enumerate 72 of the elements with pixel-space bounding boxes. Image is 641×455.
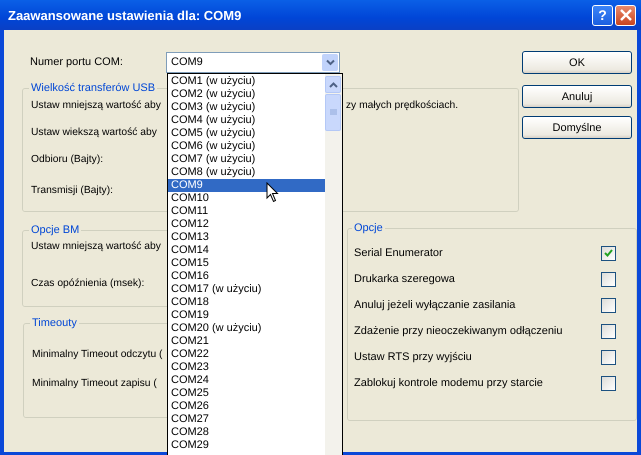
checkbox[interactable] <box>601 272 616 286</box>
close-icon <box>620 9 632 21</box>
dropdown-item[interactable]: COM11 <box>168 205 325 218</box>
usb-hint-text: zy małych prędkościach. <box>346 100 458 111</box>
bm-hint-text: Ustaw mniejszą wartość aby <box>31 241 161 252</box>
dropdown-item[interactable]: COM28 <box>168 426 325 439</box>
option-label: Serial Enumerator <box>354 247 443 259</box>
dropdown-item[interactable]: COM16 <box>168 270 325 283</box>
dropdown-item[interactable]: COM4 (w użyciu) <box>168 114 325 127</box>
write-timeout-label: Minimalny Timeout zapisu ( <box>32 378 157 389</box>
com-port-dropdown[interactable]: COM9 <box>166 52 340 72</box>
dropdown-item[interactable]: COM18 <box>168 296 325 309</box>
option-label: Drukarka szeregowa <box>354 273 455 285</box>
grip-icon <box>330 109 336 116</box>
group-title: Wielkość transferów USB <box>30 82 156 94</box>
scroll-up-button[interactable] <box>325 76 341 93</box>
dropdown-item[interactable]: COM26 <box>168 400 325 413</box>
dropdown-item[interactable]: COM24 <box>168 374 325 387</box>
checkbox[interactable] <box>601 376 616 390</box>
dropdown-item[interactable]: COM7 (w użyciu) <box>168 153 325 166</box>
dropdown-item[interactable]: COM2 (w użyciu) <box>168 88 325 101</box>
dropdown-item[interactable]: COM15 <box>168 257 325 270</box>
pointer-icon <box>266 182 279 203</box>
dropdown-item[interactable]: COM1 (w użyciu) <box>168 75 325 88</box>
dropdown-item[interactable]: COM13 <box>168 231 325 244</box>
latency-label: Czas opóźnienia (msek): <box>31 278 144 289</box>
scrollbar[interactable] <box>325 74 342 455</box>
help-button[interactable]: ? <box>592 4 613 26</box>
group-title: Timeouty <box>31 317 78 329</box>
dialog-button[interactable]: Anuluj <box>522 85 632 108</box>
checkbox[interactable] <box>601 350 616 364</box>
dropdown-item[interactable]: COM10 <box>168 192 325 205</box>
checkbox[interactable] <box>601 324 616 338</box>
dropdown-item[interactable]: COM29 <box>168 439 325 452</box>
dropdown-item[interactable]: COM19 <box>168 309 325 322</box>
dropdown-item[interactable]: COM22 <box>168 348 325 361</box>
group-title: Opcje BM <box>30 224 80 236</box>
dropdown-item[interactable]: COM12 <box>168 218 325 231</box>
dropdown-item[interactable]: COM25 <box>168 387 325 400</box>
option-label: Anuluj jeżeli wyłączanie zasilania <box>354 299 516 311</box>
option-label: Zablokuj kontrole modemu przy starcie <box>354 377 543 389</box>
read-timeout-label: Minimalny Timeout odczytu ( <box>32 349 162 360</box>
chevron-up-icon <box>328 82 338 88</box>
usb-hint-text: Ustaw wiekszą wartość aby <box>31 127 157 138</box>
dropdown-item[interactable]: COM23 <box>168 361 325 374</box>
dropdown-item[interactable]: COM9 <box>168 179 325 192</box>
com-port-label: Numer portu COM: <box>29 56 124 68</box>
checkbox[interactable] <box>601 246 616 260</box>
check-icon <box>604 249 613 257</box>
dropdown-arrow-button[interactable] <box>322 54 338 70</box>
scroll-thumb[interactable] <box>325 94 341 131</box>
group-title: Opcje <box>353 222 384 234</box>
usb-hint-text: Ustaw mniejszą wartość aby <box>31 100 161 111</box>
dropdown-item[interactable]: COM21 <box>168 335 325 348</box>
dropdown-item[interactable]: COM17 (w użyciu) <box>168 283 325 296</box>
close-button[interactable] <box>615 4 636 26</box>
dropdown-item[interactable]: COM3 (w użyciu) <box>168 101 325 114</box>
dropdown-item[interactable]: COM14 <box>168 244 325 257</box>
dropdown-item[interactable]: COM5 (w użyciu) <box>168 127 325 140</box>
receive-label: Odbioru (Bajty): <box>31 154 104 165</box>
dropdown-item[interactable]: COM27 <box>168 413 325 426</box>
chevron-down-icon <box>326 58 334 66</box>
dropdown-item[interactable]: COM6 (w użyciu) <box>168 140 325 153</box>
option-label: Zdażenie przy nieoczekiwanym odłączeniu <box>354 325 562 337</box>
checkbox[interactable] <box>601 298 616 312</box>
dialog-button[interactable]: OK <box>522 51 632 74</box>
dropdown-item[interactable]: COM20 (w użyciu) <box>168 322 325 335</box>
dropdown-item[interactable]: COM8 (w użyciu) <box>168 166 325 179</box>
window-title: Zaawansowane ustawienia dla: COM9 <box>8 8 242 22</box>
transmit-label: Transmisji (Bajty): <box>31 185 113 196</box>
option-label: Ustaw RTS przy wyjściu <box>354 351 472 363</box>
dialog-button[interactable]: Domyślne <box>522 116 632 139</box>
